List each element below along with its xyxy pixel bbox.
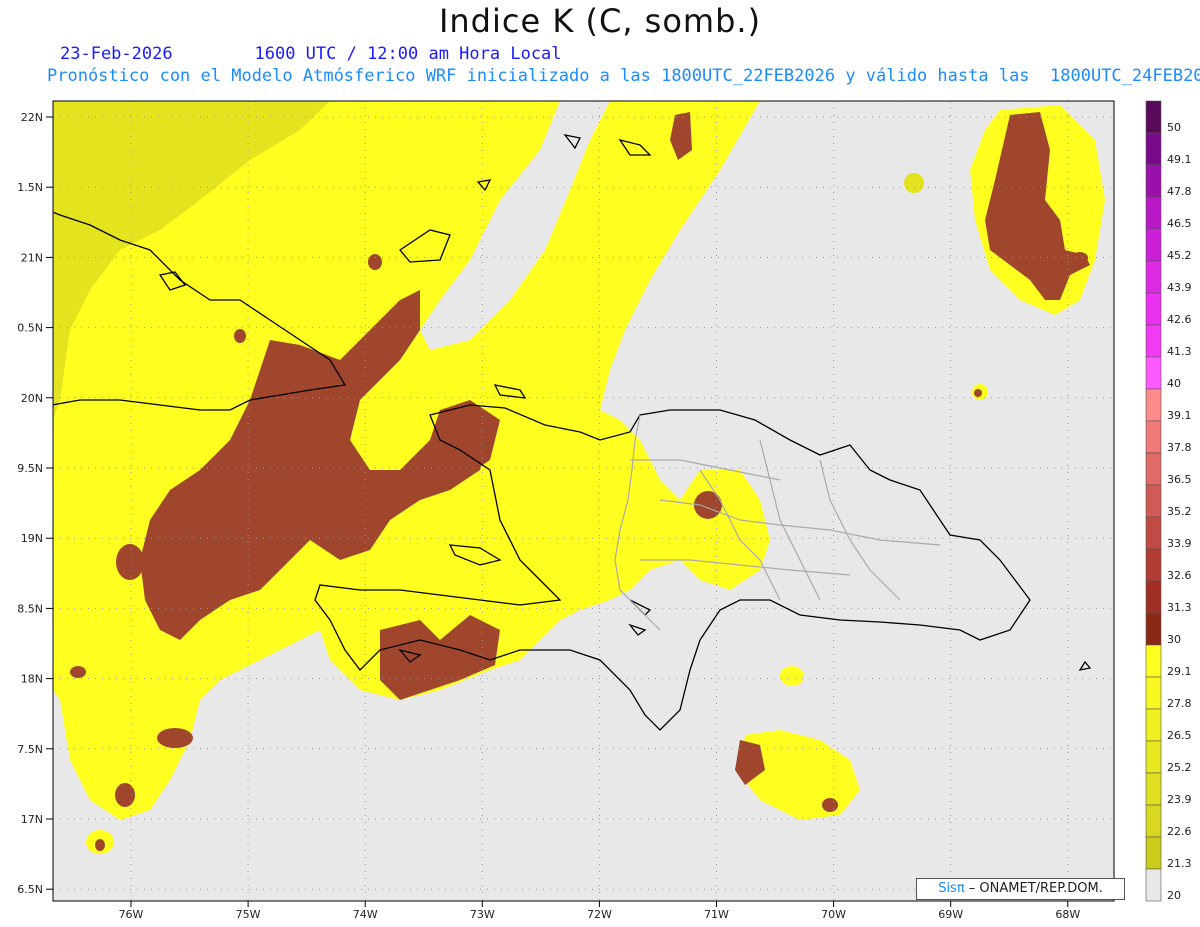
legend-color-swatch [1145,676,1162,710]
k-index-low-area [904,173,924,193]
legend-label: 46.5 [1167,217,1192,230]
legend-color-swatch [1145,772,1162,806]
legend-label: 33.9 [1167,537,1192,550]
legend-color-swatch [1145,132,1162,166]
legend-color-swatch [1145,260,1162,294]
legend-color-swatch [1145,324,1162,358]
lat-label: 22N [21,111,43,124]
legend-color-swatch [1145,548,1162,582]
legend-color-swatch [1145,868,1162,902]
legend-label: 36.5 [1167,473,1192,486]
legend-label: 45.2 [1167,249,1192,262]
k-index-high-area [1072,252,1088,264]
k-index-high-area [116,544,144,580]
legend-label: 25.2 [1167,761,1192,774]
color-legend: 50 49.1 47.8 46.5 45.2 43.9 42.6 41.3 40 39.1 37.8… [1145,100,1192,902]
lat-label: 8.5N [17,602,43,615]
lat-label: 21N [21,251,43,264]
credit-text: – ONAMET/REP.DOM. [964,881,1103,896]
legend-label: 32.6 [1167,569,1192,582]
lat-label: 17N [21,813,43,826]
legend-label: 30 [1167,633,1181,646]
lat-label: 19N [21,532,43,545]
legend-color-swatch [1145,228,1162,262]
legend-color-swatch [1145,516,1162,550]
k-index-high-area [115,783,135,807]
legend-color-swatch [1145,708,1162,742]
lon-label: 71W [704,908,729,921]
legend-label: 43.9 [1167,281,1192,294]
legend-label: 20 [1167,889,1181,902]
k-index-high-area [95,839,105,851]
forecast-map: 22N 1.5N 21N 0.5N 20N 9.5N 19N 8.5N 18N 7.5N 17N 6.… [17,100,1192,921]
legend-color-swatch [1145,740,1162,774]
legend-color-swatch [1145,804,1162,838]
legend-color-swatch [1145,836,1162,870]
legend-label: 47.8 [1167,185,1192,198]
legend-color-swatch [1145,612,1162,646]
legend-color-swatch [1145,164,1162,198]
lat-label: 0.5N [17,322,43,335]
legend-label: 42.6 [1167,313,1192,326]
lat-label: 7.5N [17,743,43,756]
lat-label: 9.5N [17,462,43,475]
legend-label: 39.1 [1167,409,1192,422]
lat-label: 6.5N [17,883,43,896]
legend-color-swatch [1145,644,1162,678]
legend-label: 49.1 [1167,153,1192,166]
legend-color-swatch [1145,196,1162,230]
legend-label: 35.2 [1167,505,1192,518]
legend-color-swatch [1145,356,1162,390]
lat-label: 18N [21,673,43,686]
legend-label: 23.9 [1167,793,1192,806]
k-index-high-area [368,254,382,270]
legend-color-swatch [1145,100,1162,134]
lat-label: 1.5N [17,181,43,194]
lon-label: 68W [1055,908,1080,921]
legend-label: 27.8 [1167,697,1192,710]
legend-label: 22.6 [1167,825,1192,838]
k-index-high-area [974,389,982,397]
legend-color-swatch [1145,580,1162,614]
legend-label: 50 [1167,121,1181,134]
k-index-high-area [70,666,86,678]
sispi-logo-text: Sisπ [938,881,965,896]
lon-label: 69W [938,908,963,921]
k-index-low-area [780,666,804,686]
legend-label: 37.8 [1167,441,1192,454]
longitude-labels: 76W 75W 74W 73W 72W 71W 70W 69W 68W [119,901,1080,921]
lon-label: 76W [119,908,144,921]
k-index-high-area [234,329,246,343]
lon-label: 73W [470,908,495,921]
k-index-high-area [157,728,193,748]
legend-label: 31.3 [1167,601,1192,614]
legend-label: 21.3 [1167,857,1192,870]
lon-label: 70W [821,908,846,921]
legend-color-swatch [1145,420,1162,454]
latitude-labels: 22N 1.5N 21N 0.5N 20N 9.5N 19N 8.5N 18N 7.5N 17N 6.… [17,111,53,896]
credit-box: Sisπ – ONAMET/REP.DOM. [916,878,1125,900]
k-index-high-area [822,798,838,812]
legend-color-swatch [1145,388,1162,422]
legend-label: 41.3 [1167,345,1192,358]
legend-color-swatch [1145,484,1162,518]
legend-label: 29.1 [1167,665,1192,678]
legend-color-swatch [1145,452,1162,486]
legend-color-swatch [1145,292,1162,326]
legend-label: 26.5 [1167,729,1192,742]
lat-label: 20N [21,392,43,405]
lon-label: 75W [236,908,261,921]
legend-label: 40 [1167,377,1181,390]
lon-label: 74W [353,908,378,921]
lon-label: 72W [587,908,612,921]
